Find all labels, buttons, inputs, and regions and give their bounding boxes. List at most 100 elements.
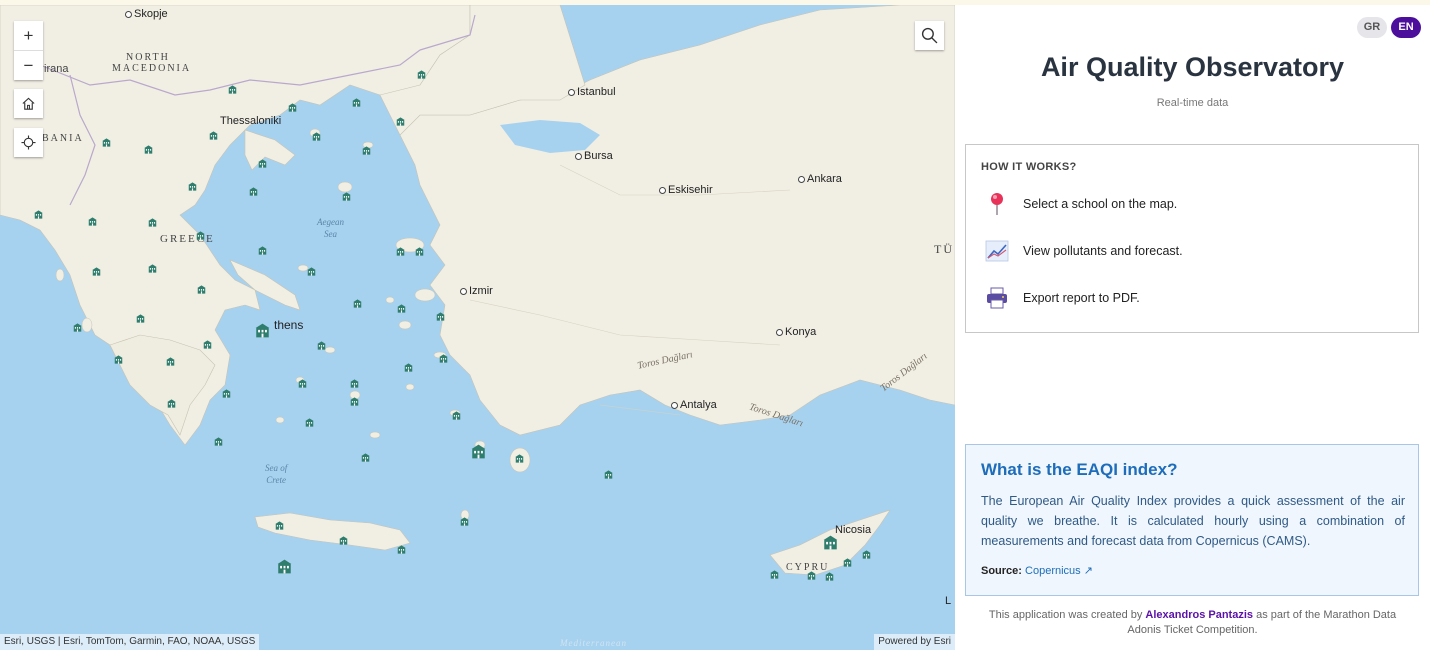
country-label-turkey: TÜ [934, 242, 954, 256]
school-marker-icon[interactable] [417, 66, 426, 79]
school-cluster-icon[interactable] [277, 559, 292, 574]
school-marker-icon[interactable] [148, 214, 157, 227]
city-eskisehir: Eskisehir [659, 184, 713, 196]
school-marker-icon[interactable] [288, 99, 297, 112]
school-cluster-icon[interactable] [471, 444, 486, 459]
school-marker-icon[interactable] [188, 178, 197, 191]
eaqi-source: Source: Copernicus ↗ [981, 564, 1093, 577]
school-marker-icon[interactable] [404, 359, 413, 372]
school-marker-icon[interactable] [312, 128, 321, 141]
school-marker-icon[interactable] [275, 517, 284, 530]
school-marker-icon[interactable] [604, 466, 613, 479]
home-button[interactable] [14, 89, 43, 118]
school-marker-icon[interactable] [228, 81, 237, 94]
school-marker-icon[interactable] [452, 407, 461, 420]
how-it-works-card: HOW IT WORKS? Select a school on the map… [965, 144, 1419, 333]
app-subtitle: Real-time data [1156, 97, 1229, 109]
school-marker-icon[interactable] [102, 134, 111, 147]
search-button[interactable] [915, 21, 944, 50]
crosshair-icon [21, 135, 36, 150]
eaqi-heading: What is the EAQI index? [981, 460, 1178, 479]
school-marker-icon[interactable] [305, 414, 314, 427]
school-cluster-icon[interactable] [823, 535, 838, 550]
copernicus-link[interactable]: Copernicus ↗ [1025, 565, 1093, 577]
school-marker-icon[interactable] [209, 127, 218, 140]
school-marker-icon[interactable] [114, 351, 123, 364]
school-marker-icon[interactable] [350, 393, 359, 406]
language-switch: GR EN [1357, 17, 1421, 38]
credit-footer: This application was created by Alexandr… [980, 608, 1405, 638]
city-athens: thens [274, 318, 304, 332]
school-marker-icon[interactable] [362, 142, 371, 155]
school-marker-icon[interactable] [515, 450, 524, 463]
step-label: View pollutants and forecast. [1023, 244, 1183, 258]
school-marker-icon[interactable] [197, 281, 206, 294]
locate-button[interactable] [14, 128, 43, 157]
school-marker-icon[interactable] [88, 213, 97, 226]
search-icon [921, 27, 938, 44]
school-marker-icon[interactable] [415, 243, 424, 256]
school-marker-icon[interactable] [361, 449, 370, 462]
school-marker-icon[interactable] [214, 433, 223, 446]
step-export-pdf: Export report to PDF. [984, 285, 1140, 311]
school-marker-icon[interactable] [339, 532, 348, 545]
school-marker-icon[interactable] [144, 141, 153, 154]
school-cluster-icon[interactable] [255, 323, 270, 338]
country-label-north-macedonia-1: NORTH [126, 52, 170, 63]
school-marker-icon[interactable] [307, 263, 316, 276]
school-marker-icon[interactable] [222, 385, 231, 398]
map-view[interactable]: NORTH MACEDONIA BANIA GREECE irana TÜ CY… [0, 5, 955, 650]
city-izmir: Izmir [460, 285, 493, 297]
school-marker-icon[interactable] [317, 337, 326, 350]
school-marker-icon[interactable] [353, 295, 362, 308]
school-marker-icon[interactable] [350, 375, 359, 388]
school-marker-icon[interactable] [92, 263, 101, 276]
city-istanbul: Istanbul [568, 86, 616, 98]
credit-prefix: This application was created by [988, 609, 1143, 621]
school-marker-icon[interactable] [298, 375, 307, 388]
school-marker-icon[interactable] [196, 227, 205, 240]
zoom-in-button[interactable]: + [14, 21, 43, 50]
city-antalya: Antalya [671, 399, 717, 411]
school-marker-icon[interactable] [148, 260, 157, 273]
city-skopje: Skopje [125, 8, 168, 20]
school-marker-icon[interactable] [807, 567, 816, 580]
school-marker-icon[interactable] [436, 308, 445, 321]
country-label-albania: BANIA [42, 133, 84, 144]
school-marker-icon[interactable] [258, 155, 267, 168]
school-marker-icon[interactable] [352, 94, 361, 107]
school-marker-icon[interactable] [34, 206, 43, 219]
school-marker-icon[interactable] [825, 568, 834, 581]
map-attribution[interactable]: Esri, USGS | Esri, TomTom, Garmin, FAO, … [0, 634, 260, 650]
school-marker-icon[interactable] [166, 353, 175, 366]
zoom-out-button[interactable]: − [14, 50, 43, 80]
school-marker-icon[interactable] [396, 243, 405, 256]
city-konya: Konya [776, 326, 816, 338]
school-marker-icon[interactable] [843, 554, 852, 567]
how-it-works-heading: HOW IT WORKS? [981, 161, 1077, 173]
school-marker-icon[interactable] [73, 319, 82, 332]
line-chart-icon [984, 238, 1010, 264]
school-marker-icon[interactable] [136, 310, 145, 323]
lang-gr-button[interactable]: GR [1357, 17, 1387, 38]
lang-en-button[interactable]: EN [1391, 17, 1421, 38]
school-marker-icon[interactable] [342, 188, 351, 201]
school-marker-icon[interactable] [167, 395, 176, 408]
school-marker-icon[interactable] [397, 541, 406, 554]
powered-by-esri[interactable]: Powered by Esri [874, 634, 955, 650]
map-pin-icon [984, 191, 1010, 217]
credit-author[interactable]: Alexandros Pantazis [1145, 609, 1253, 621]
school-marker-icon[interactable] [396, 113, 405, 126]
school-marker-icon[interactable] [397, 300, 406, 313]
school-marker-icon[interactable] [203, 336, 212, 349]
map-edge-letter: L [945, 595, 952, 607]
school-marker-icon[interactable] [258, 242, 267, 255]
school-marker-icon[interactable] [862, 546, 871, 559]
school-marker-icon[interactable] [439, 350, 448, 363]
city-label-tirana: irana [44, 63, 69, 75]
school-marker-icon[interactable] [249, 183, 258, 196]
school-marker-icon[interactable] [460, 513, 469, 526]
sea-label-aegean: Aegean Sea [317, 217, 344, 239]
school-marker-icon[interactable] [770, 566, 779, 579]
city-nicosia: Nicosia [835, 524, 872, 536]
